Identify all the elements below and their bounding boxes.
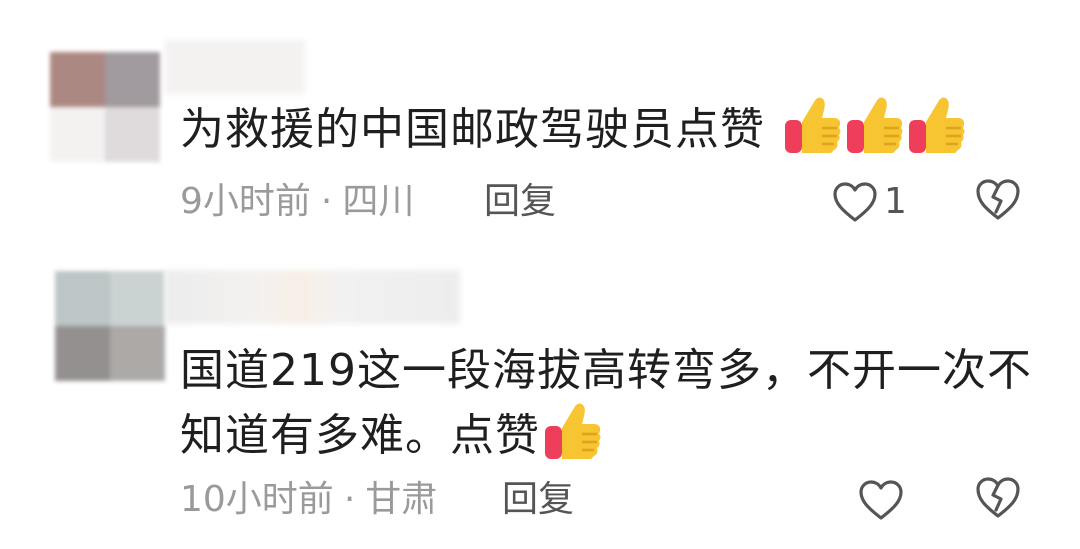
comment-meta: 9小时前 · 四川 [180,180,414,224]
comment-text: 知道有多难。点赞 [180,400,602,469]
thumbs-up-emoji [785,97,841,153]
avatar[interactable] [50,52,160,162]
heart-outline-icon [859,480,903,520]
thumbs-up-emoji [847,97,903,153]
timestamp: 10小时前 [180,479,334,520]
reply-button[interactable]: 回复 [502,478,574,522]
comment-text-line1: 国道219这一段海拔高转弯多，不开一次不 [180,345,1032,396]
comment-text-line2: 知道有多难。点赞 [180,410,540,461]
separator: · [320,181,333,222]
avatar[interactable] [55,271,165,381]
username[interactable] [165,40,305,94]
reply-button[interactable]: 回复 [484,180,556,224]
comment-text-content: 为救援的中国邮政驾驶员点赞 [180,104,765,155]
comment-item: 为救援的中国邮政驾驶员点赞 9小时前 · 四川 回复 1 [0,0,1080,240]
like-count: 1 [884,181,907,222]
broken-heart-icon[interactable] [974,474,1022,522]
comment-meta: 10小时前 · 甘肃 [180,478,437,522]
separator: · [343,479,356,520]
username[interactable] [165,270,460,324]
location: 甘肃 [365,479,438,520]
comment-text: 国道219这一段海拔高转弯多，不开一次不 [180,338,1032,404]
like-button[interactable]: 1 [832,178,907,226]
location: 四川 [342,181,415,222]
broken-heart-icon[interactable] [974,176,1022,224]
thumbs-up-emoji [545,403,601,459]
heart-outline-icon [833,182,877,222]
comment-text: 为救援的中国邮政驾驶员点赞 [180,94,966,163]
thumbs-up-emoji [909,97,965,153]
comment-item: 国道219这一段海拔高转弯多，不开一次不 知道有多难。点赞 10小时前 · 甘肃 回… [0,258,1080,549]
like-button[interactable] [858,476,910,524]
timestamp: 9小时前 [180,181,311,222]
